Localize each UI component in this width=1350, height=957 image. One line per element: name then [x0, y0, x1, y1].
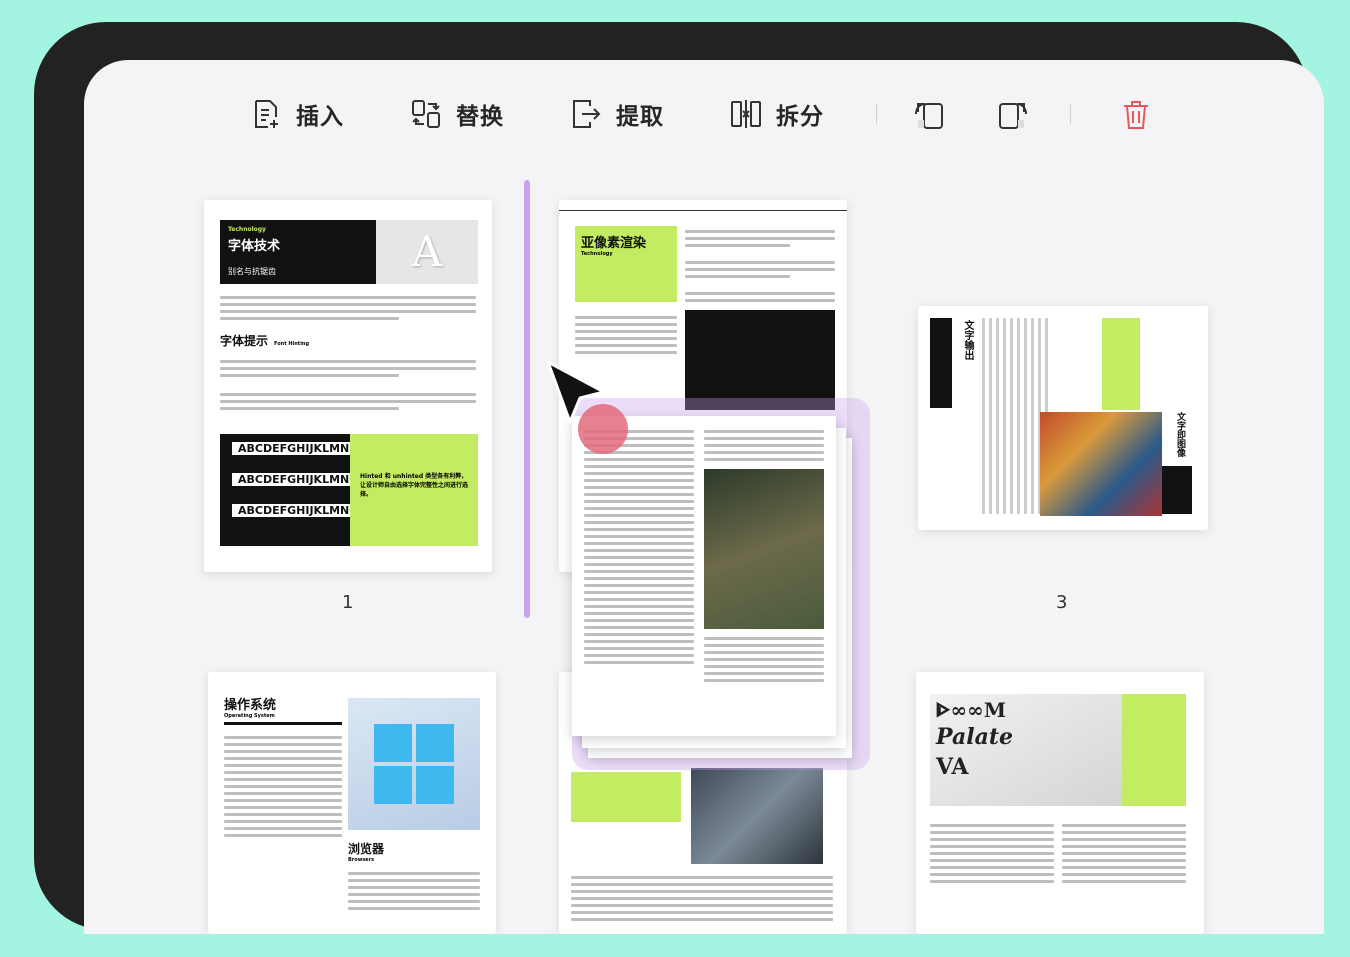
page-2-title: 亚像素渲染	[581, 236, 647, 251]
toolbar-divider	[876, 104, 877, 124]
insert-label: 插入	[296, 104, 344, 130]
page-1-sample-line: ABCDEFGHIJKLMNO	[232, 504, 350, 517]
page-thumbnail-1[interactable]: Technology 字体技术 别名与抗锯齿 A 字体提示 Font Hinti…	[204, 200, 492, 572]
toolbar-divider	[1070, 104, 1071, 124]
page-1-sample-line: ABCDEFGHIJKLMNO	[232, 442, 350, 455]
page-4-section-title: 浏览器	[348, 842, 385, 856]
page-1-sample-image: ABCDEFGHIJKLMNO ABCDEFGHIJKLMNO ABCDEFGH…	[220, 434, 350, 546]
page-3-lime-block	[1102, 318, 1140, 410]
extract-label: 提取	[616, 104, 664, 130]
dragged-page-text-column	[584, 426, 694, 726]
page-1-title: 字体技术	[228, 239, 281, 254]
rotate-left-icon	[915, 103, 943, 129]
page-3-title: 文字输出	[962, 320, 973, 360]
page-1-intro-text	[220, 292, 476, 324]
page-6-type-image: ᐈ∞∞M Palate VA	[930, 694, 1128, 806]
page-1-subtitle: 别名与抗锯齿	[228, 267, 276, 276]
rotate-right-icon	[999, 103, 1027, 129]
page-4-header: 操作系统 Operating System	[224, 694, 276, 719]
page-1-letter-image: A	[376, 220, 478, 284]
page-4-section-text	[348, 868, 480, 914]
page-1-section-en: Font Hinting	[274, 341, 310, 347]
rotate-left-button[interactable]	[914, 96, 946, 132]
extract-button[interactable]: 提取	[570, 96, 664, 132]
page-5-body-text	[571, 872, 833, 925]
replace-button[interactable]: 替换	[410, 96, 504, 132]
app-screen: 插入 替换 提取 拆分 Technology 字体技术 别名与抗锯齿 A 字体提…	[84, 60, 1324, 934]
dragged-pages-stack[interactable]	[572, 398, 870, 770]
dragged-page-front	[572, 416, 836, 736]
page-6-body-text-right	[1062, 820, 1186, 887]
page-1-sample-line: ABCDEFGHIJKLMNO	[232, 473, 350, 486]
trash-icon	[1124, 101, 1148, 129]
windows-logo-icon	[374, 724, 454, 804]
drop-insert-indicator	[524, 180, 530, 618]
page-6-body-text-left	[930, 820, 1054, 887]
rotate-right-button[interactable]	[996, 96, 1028, 132]
page-2-body-text	[575, 312, 677, 358]
page-4-section: 浏览器 Browsers	[348, 840, 384, 863]
replace-page-icon	[412, 100, 440, 128]
insert-page-icon	[255, 100, 278, 128]
page-3-dark-block	[930, 318, 952, 408]
extract-page-icon	[573, 100, 601, 128]
device-frame: 插入 替换 提取 拆分 Technology 字体技术 别名与抗锯齿 A 字体提…	[34, 22, 1324, 934]
page-1-callout: Hinted 和 unhinted 类型各有利弊，让设计师自由选择字体完整性之间…	[350, 434, 478, 546]
page-1-body-text	[220, 356, 476, 414]
page-toolbar: 插入 替换 提取 拆分	[84, 60, 1324, 170]
insert-button[interactable]: 插入	[250, 96, 344, 132]
page-1-section-title: 字体提示	[220, 334, 269, 348]
page-2-intro-text	[685, 226, 835, 306]
page-4-windows-image	[348, 698, 480, 830]
mouse-pointer-icon	[546, 360, 606, 424]
page-4-body-text	[224, 732, 342, 841]
page-3-letters-image	[1040, 412, 1162, 516]
page-4-section-en: Browsers	[348, 857, 375, 863]
page-2-image	[685, 310, 835, 410]
split-button[interactable]: 拆分	[730, 96, 824, 132]
page-3-dark-block-b	[1162, 466, 1192, 514]
split-page-icon	[731, 100, 761, 128]
page-5-lime-block	[571, 772, 681, 822]
page-5-type-image	[691, 768, 823, 864]
page-thumbnail-3[interactable]: 文字输出 文字即图像	[918, 306, 1208, 530]
page-thumbnail-6[interactable]: ᐈ∞∞M Palate VA	[916, 672, 1204, 934]
page-2-kicker: Technology	[581, 251, 613, 257]
page-thumbnail-4[interactable]: 操作系统 Operating System 浏览器 Browsers	[208, 672, 496, 934]
page-6-lime-block	[1122, 694, 1186, 806]
split-label: 拆分	[776, 104, 824, 130]
page-1-section: 字体提示 Font Hinting	[220, 332, 309, 349]
page-number-1: 1	[342, 592, 354, 613]
page-1-kicker: Technology	[228, 226, 266, 233]
dragged-page-plant-image	[704, 469, 824, 629]
page-1-header: Technology 字体技术 别名与抗锯齿	[220, 220, 376, 284]
replace-label: 替换	[456, 104, 504, 130]
page-4-kicker: Operating System	[224, 713, 275, 719]
page-4-title: 操作系统	[224, 698, 277, 713]
page-3-title-b: 文字即图像	[1175, 412, 1185, 457]
delete-button[interactable]	[1120, 96, 1152, 132]
page-2-header: 亚像素渲染 Technology	[575, 226, 677, 302]
page-number-3: 3	[1056, 592, 1068, 613]
